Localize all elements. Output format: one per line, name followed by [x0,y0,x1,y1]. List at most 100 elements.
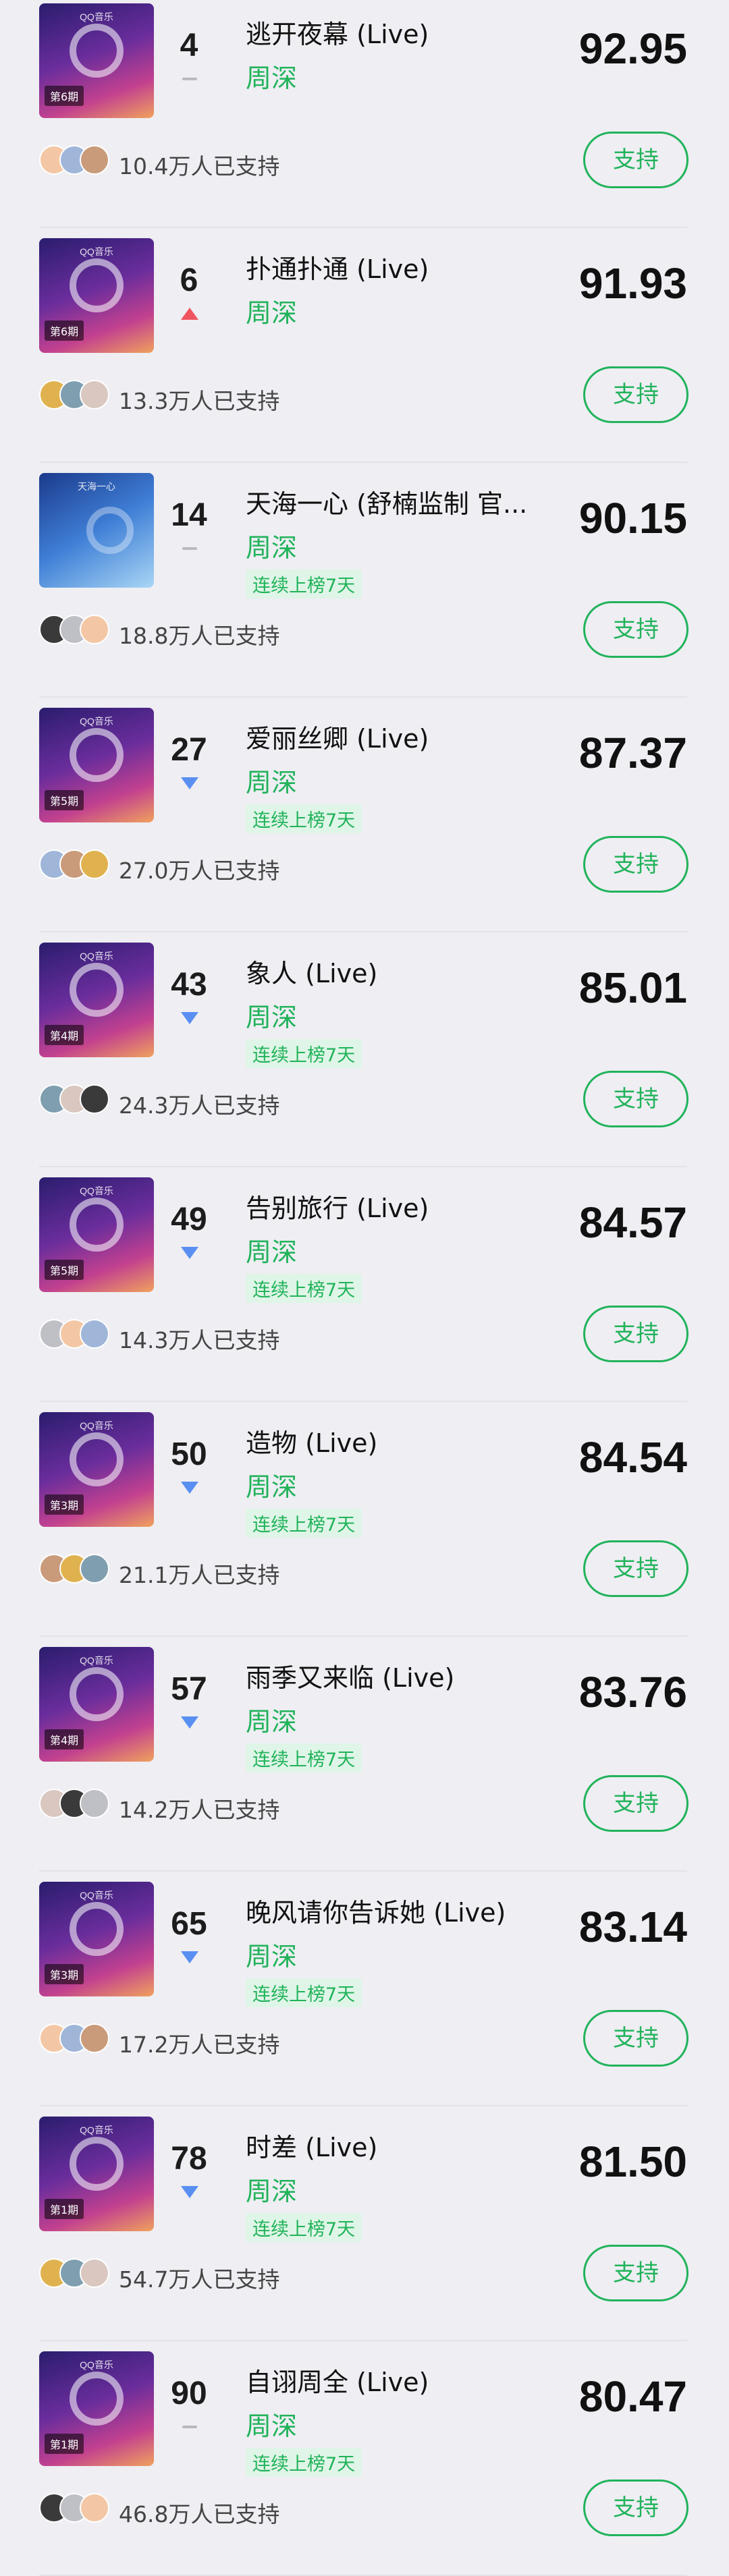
cover-episode-label: 第1期 [45,2199,84,2219]
album-cover[interactable]: QQ音乐 第3期 [39,1412,154,1527]
list-item[interactable]: QQ音乐 第5期 27 爱丽丝卿 (Live) 周深 连续上榜7天 87.37 … [0,698,729,932]
list-item[interactable]: QQ音乐 第4期 57 雨季又来临 (Live) 周深 连续上榜7天 83.76… [0,1637,729,1872]
artist-name[interactable]: 周深 [246,527,297,564]
song-title[interactable]: 晚风请你告诉她 (Live) [246,1892,543,1929]
artist-name[interactable]: 周深 [246,1936,297,1973]
cover-episode-label: 第5期 [45,790,84,810]
trend-down-icon [181,1716,198,1729]
list-item[interactable]: QQ音乐 第1期 78 时差 (Live) 周深 连续上榜7天 81.50 54… [0,2106,729,2341]
score-value: 87.37 [578,729,687,777]
artist-name[interactable]: 周深 [246,57,297,94]
artist-name[interactable]: 周深 [246,1231,297,1268]
score-value: 84.54 [578,1433,687,1482]
artist-name[interactable]: 周深 [246,1701,297,1738]
avatar [80,1319,109,1349]
support-button[interactable]: 支持 [583,601,688,658]
support-button[interactable]: 支持 [583,132,688,188]
rank-number: 43 [171,967,207,1003]
song-title[interactable]: 雨季又来临 (Live) [246,1657,543,1694]
song-title[interactable]: 告别旅行 (Live) [246,1187,543,1225]
list-item[interactable]: QQ音乐 第3期 50 造物 (Live) 周深 连续上榜7天 84.54 21… [0,1402,729,1637]
artist-name[interactable]: 周深 [246,762,297,799]
streak-badge: 连续上榜7天 [246,1039,362,1068]
list-item[interactable]: QQ音乐 第4期 43 象人 (Live) 周深 连续上榜7天 85.01 24… [0,932,729,1167]
song-ranking-list: QQ音乐 第6期 4 逃开夜幕 (Live) 周深 92.95 10.4万人已支… [0,0,729,2576]
support-count: 17.2万人已支持 [119,2032,280,2058]
cover-badge: QQ音乐 [80,1185,113,1196]
list-item[interactable]: QQ音乐 第5期 49 告别旅行 (Live) 周深 连续上榜7天 84.57 … [0,1167,729,1402]
cover-art-swirl [86,507,134,554]
support-button[interactable]: 支持 [583,2010,688,2067]
support-count: 14.3万人已支持 [119,1327,280,1353]
support-button[interactable]: 支持 [583,2245,688,2301]
support-count: 10.4万人已支持 [119,153,280,179]
artist-name[interactable]: 周深 [246,997,297,1034]
supporter-avatars [39,2023,120,2054]
list-item[interactable]: QQ音乐 第6期 6 扑通扑通 (Live) 周深 91.93 13.3万人已支… [0,228,729,463]
supporter-avatars [39,849,120,880]
support-button[interactable]: 支持 [583,366,688,423]
rank-number: 27 [171,732,207,768]
song-title[interactable]: 天海一心 (舒楠监制 官... [246,483,543,520]
cover-art-swirl [70,728,124,782]
album-cover[interactable]: QQ音乐 第1期 [39,2351,154,2466]
support-button[interactable]: 支持 [583,1775,688,1832]
album-cover[interactable]: QQ音乐 第5期 [39,708,154,822]
album-cover[interactable]: QQ音乐 第3期 [39,1882,154,1996]
song-title[interactable]: 逃开夜幕 (Live) [246,13,543,51]
rank-number: 4 [180,28,198,63]
supporter-avatars [39,380,120,411]
supporter-avatars [39,145,120,176]
trend-down-icon [181,777,198,789]
cover-episode-label: 第1期 [45,2434,84,2454]
artist-name[interactable]: 周深 [246,1466,297,1503]
cover-badge: 天海一心 [78,481,115,492]
score-value: 81.50 [578,2137,687,2186]
album-cover[interactable]: QQ音乐 第4期 [39,1647,154,1762]
album-cover[interactable]: 天海一心 [39,473,154,588]
album-cover[interactable]: QQ音乐 第5期 [39,1177,154,1292]
cover-art-swirl [70,963,124,1017]
song-title[interactable]: 造物 (Live) [246,1422,543,1459]
support-count: 14.2万人已支持 [119,1797,280,1823]
cover-badge: QQ音乐 [80,716,113,727]
song-title[interactable]: 自诩周全 (Live) [246,2361,543,2399]
song-title[interactable]: 爱丽丝卿 (Live) [246,718,543,755]
list-item[interactable]: 天海一心 14 天海一心 (舒楠监制 官... 周深 连续上榜7天 90.15 … [0,463,729,698]
support-count: 18.8万人已支持 [119,623,280,649]
streak-badge: 连续上榜7天 [246,569,362,598]
list-item[interactable]: QQ音乐 第3期 65 晚风请你告诉她 (Live) 周深 连续上榜7天 83.… [0,1872,729,2106]
streak-badge: 连续上榜7天 [246,1509,362,1538]
album-cover[interactable]: QQ音乐 第6期 [39,238,154,353]
album-cover[interactable]: QQ音乐 第4期 [39,943,154,1057]
avatar [80,1554,109,1584]
trend-down-icon [181,1951,198,1963]
avatar [80,145,109,175]
song-title[interactable]: 时差 (Live) [246,2127,543,2164]
artist-name[interactable]: 周深 [246,292,297,329]
streak-badge: 连续上榜7天 [246,2213,362,2242]
avatar [80,615,109,644]
support-button[interactable]: 支持 [583,1306,688,1362]
streak-badge: 连续上榜7天 [246,1274,362,1303]
list-item[interactable]: QQ音乐 第1期 90 自诩周全 (Live) 周深 连续上榜7天 80.47 … [0,2341,729,2576]
album-cover[interactable]: QQ音乐 第1期 [39,2117,154,2231]
support-button[interactable]: 支持 [583,2480,688,2536]
support-button[interactable]: 支持 [583,1071,688,1127]
artist-name[interactable]: 周深 [246,2171,297,2208]
score-value: 90.15 [578,494,687,542]
support-button[interactable]: 支持 [583,1540,688,1597]
song-title[interactable]: 扑通扑通 (Live) [246,248,543,285]
score-value: 83.14 [578,1903,687,1951]
artist-name[interactable]: 周深 [246,2405,297,2442]
song-title[interactable]: 象人 (Live) [246,953,543,990]
support-button[interactable]: 支持 [583,836,688,893]
support-count: 13.3万人已支持 [119,388,280,414]
cover-episode-label: 第3期 [45,1964,84,1984]
list-item[interactable]: QQ音乐 第6期 4 逃开夜幕 (Live) 周深 92.95 10.4万人已支… [0,0,729,228]
album-cover[interactable]: QQ音乐 第6期 [39,3,154,118]
avatar [80,2258,109,2288]
trend-down-icon [181,2186,198,2198]
streak-badge: 连续上榜7天 [246,1978,362,2007]
rank-number: 50 [171,1436,207,1472]
